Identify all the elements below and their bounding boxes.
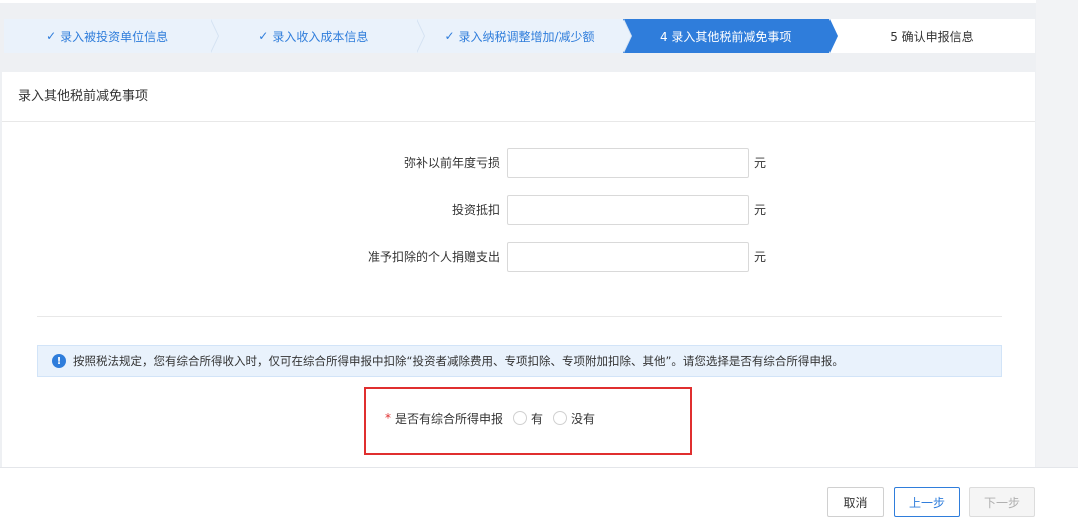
loss-offset-input[interactable]	[507, 148, 749, 178]
unit-label: 元	[754, 156, 767, 170]
info-notice: ! 按照税法规定，您有综合所得收入时，仅可在综合所得申报中扣除“投资者减除费用、…	[37, 345, 1002, 377]
radio-yes[interactable]: 有	[513, 410, 543, 427]
field-label: 准予扣除的个人捐赠支出	[367, 250, 500, 264]
step-label: 录入收入成本信息	[272, 29, 369, 44]
previous-step-button[interactable]: 上一步	[894, 487, 960, 517]
radio-label: 有	[531, 411, 544, 426]
step-4-current: 4 录入其他税前减免事项	[622, 19, 838, 53]
top-bar	[0, 0, 1036, 3]
checkmark-icon: ✓	[46, 29, 57, 43]
field-row-loss-offset: 弥补以前年度亏损 元	[2, 148, 1035, 178]
notice-text: 按照税法规定，您有综合所得收入时，仅可在综合所得申报中扣除“投资者减除费用、专项…	[73, 354, 844, 368]
step-1[interactable]: ✓ 录入被投资单位信息	[4, 19, 220, 53]
unit-label: 元	[754, 203, 767, 217]
required-mark: *	[385, 411, 391, 425]
radio-circle[interactable]	[553, 411, 568, 425]
footer-bar: 取消 上一步 下一步	[0, 467, 1078, 528]
radio-circle[interactable]	[513, 411, 528, 425]
step-5: 5 确认申报信息	[828, 19, 1036, 53]
cancel-button[interactable]: 取消	[827, 487, 884, 517]
investment-credit-input[interactable]	[507, 195, 749, 225]
right-gutter	[1036, 0, 1078, 470]
field-label: 弥补以前年度亏损	[403, 156, 500, 170]
divider	[37, 316, 1002, 317]
step-label: 录入被投资单位信息	[60, 29, 169, 44]
comprehensive-income-question: * 是否有综合所得申报 有 没有	[385, 408, 605, 428]
donation-expense-input[interactable]	[507, 242, 749, 272]
step-label: 录入纳税调整增加/减少额	[458, 29, 595, 44]
radio-no[interactable]: 没有	[553, 410, 595, 427]
field-row-investment-credit: 投资抵扣 元	[2, 195, 1035, 225]
step-label: 5 确认申报信息	[890, 29, 974, 44]
section-title: 录入其他税前减免事项	[2, 72, 1035, 122]
field-row-donation: 准予扣除的个人捐赠支出 元	[2, 242, 1035, 272]
next-step-button[interactable]: 下一步	[969, 487, 1035, 517]
form-card: 录入其他税前减免事项 弥补以前年度亏损 元 投资抵扣 元 准予扣除的个人捐赠支出…	[2, 72, 1035, 467]
question-label: 是否有综合所得申报	[395, 411, 504, 426]
info-icon: !	[52, 354, 66, 368]
unit-label: 元	[754, 250, 767, 264]
step-progress: ✓ 录入被投资单位信息 ✓ 录入收入成本信息 ✓ 录入纳税调整增加/减少额 4 …	[4, 19, 1036, 53]
step-2[interactable]: ✓ 录入收入成本信息	[210, 19, 426, 53]
checkmark-icon: ✓	[258, 29, 269, 43]
step-label: 4 录入其他税前减免事项	[659, 29, 792, 44]
step-3[interactable]: ✓ 录入纳税调整增加/减少额	[416, 19, 632, 53]
radio-label: 没有	[571, 411, 596, 426]
checkmark-icon: ✓	[444, 29, 455, 43]
field-label: 投资抵扣	[451, 203, 500, 217]
